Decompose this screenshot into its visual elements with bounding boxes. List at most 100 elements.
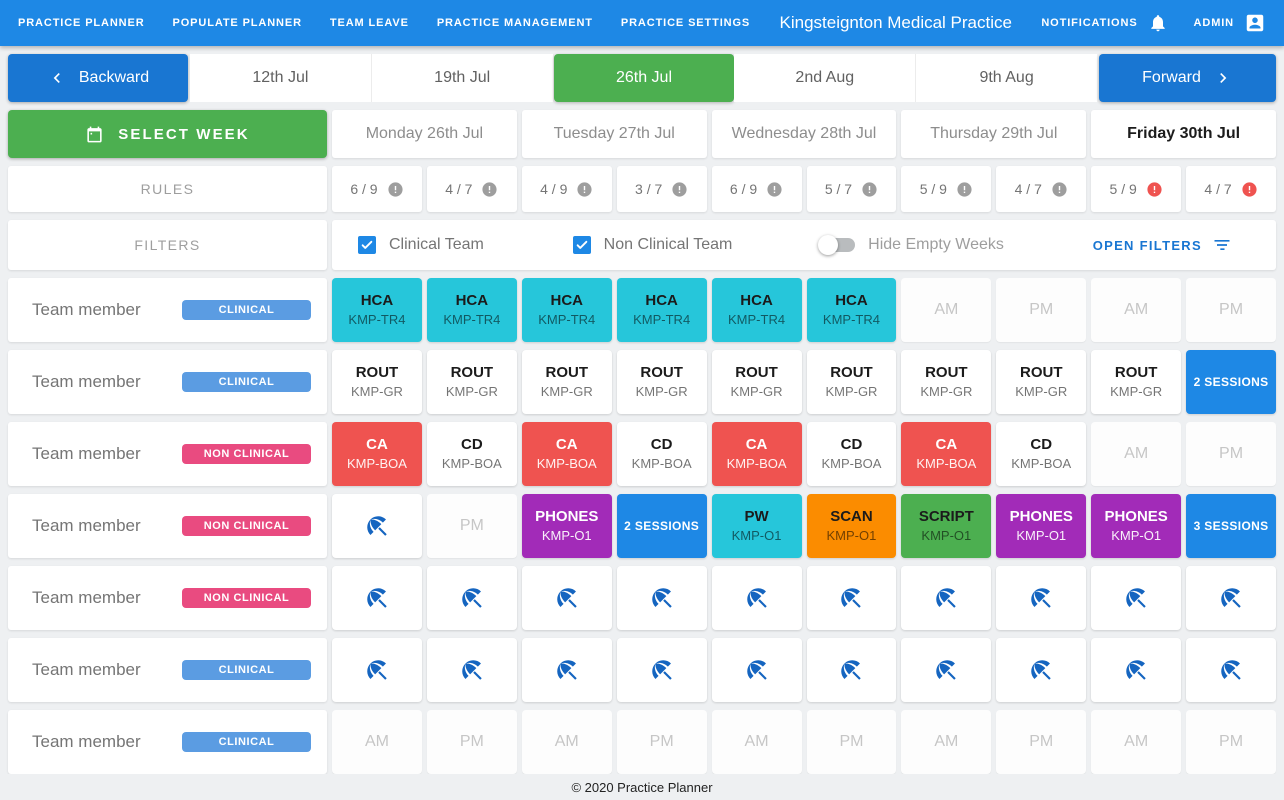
shift-cell[interactable]: SCRIPTKMP-O1 <box>901 494 991 558</box>
shift-cell[interactable]: CAKMP-BOA <box>712 422 802 486</box>
non-clinical-team-checkbox[interactable] <box>573 236 591 254</box>
leave-cell[interactable] <box>1186 566 1276 630</box>
shift-cell[interactable]: ROUTKMP-GR <box>712 350 802 414</box>
empty-slot-cell[interactable]: AM <box>1091 422 1181 486</box>
leave-cell[interactable] <box>522 566 612 630</box>
leave-cell[interactable] <box>807 638 897 702</box>
leave-cell[interactable] <box>332 494 422 558</box>
week-tab-2nd-aug[interactable]: 2nd Aug <box>734 54 916 102</box>
leave-cell[interactable] <box>427 638 517 702</box>
rule-count-cell[interactable]: 6 / 9 <box>712 166 802 212</box>
leave-cell[interactable] <box>617 566 707 630</box>
rule-count-cell[interactable]: 4 / 9 <box>522 166 612 212</box>
shift-cell[interactable]: HCAKMP-TR4 <box>712 278 802 342</box>
leave-cell[interactable] <box>996 566 1086 630</box>
leave-cell[interactable] <box>807 566 897 630</box>
empty-slot-cell[interactable]: AM <box>332 710 422 774</box>
leave-cell[interactable] <box>427 566 517 630</box>
empty-slot-cell[interactable]: AM <box>1091 278 1181 342</box>
empty-slot-cell[interactable]: PM <box>1186 278 1276 342</box>
non-clinical-team-filter[interactable]: Non Clinical Team <box>573 236 733 254</box>
rule-count-cell[interactable]: 4 / 7 <box>996 166 1086 212</box>
shift-cell[interactable]: CAKMP-BOA <box>522 422 612 486</box>
rule-count-cell[interactable]: 5 / 9 <box>901 166 991 212</box>
select-week-button[interactable]: SELECT WEEK <box>8 110 327 158</box>
leave-cell[interactable] <box>332 566 422 630</box>
leave-cell[interactable] <box>617 638 707 702</box>
team-member-row[interactable]: Team memberCLINICAL <box>8 278 327 342</box>
shift-cell[interactable]: CDKMP-BOA <box>996 422 1086 486</box>
empty-slot-cell[interactable]: AM <box>901 278 991 342</box>
empty-slot-cell[interactable]: PM <box>996 710 1086 774</box>
shift-cell[interactable]: HCAKMP-TR4 <box>332 278 422 342</box>
open-filters-button[interactable]: OPEN FILTERS <box>1093 235 1232 255</box>
team-member-row[interactable]: Team memberNON CLINICAL <box>8 494 327 558</box>
empty-slot-cell[interactable]: PM <box>427 710 517 774</box>
shift-cell[interactable]: PHONESKMP-O1 <box>1091 494 1181 558</box>
leave-cell[interactable] <box>332 638 422 702</box>
nav-item-team-leave[interactable]: TEAM LEAVE <box>330 17 409 29</box>
leave-cell[interactable] <box>712 566 802 630</box>
shift-cell[interactable]: CAKMP-BOA <box>901 422 991 486</box>
empty-slot-cell[interactable]: AM <box>901 710 991 774</box>
rule-count-cell[interactable]: 5 / 7 <box>807 166 897 212</box>
hide-empty-weeks-toggle[interactable] <box>821 238 855 252</box>
shift-cell[interactable]: ROUTKMP-GR <box>1091 350 1181 414</box>
empty-slot-cell[interactable]: PM <box>1186 422 1276 486</box>
shift-cell[interactable]: HCAKMP-TR4 <box>617 278 707 342</box>
nav-item-practice-settings[interactable]: PRACTICE SETTINGS <box>621 17 750 29</box>
nav-item-practice-planner[interactable]: PRACTICE PLANNER <box>18 17 145 29</box>
shift-cell[interactable]: ROUTKMP-GR <box>427 350 517 414</box>
rule-count-cell[interactable]: 6 / 9 <box>332 166 422 212</box>
shift-cell[interactable]: HCAKMP-TR4 <box>807 278 897 342</box>
backward-button[interactable]: Backward <box>8 54 188 102</box>
shift-cell[interactable]: CAKMP-BOA <box>332 422 422 486</box>
admin-button[interactable]: ADMIN <box>1194 12 1266 34</box>
nav-item-practice-management[interactable]: PRACTICE MANAGEMENT <box>437 17 593 29</box>
notifications-button[interactable]: NOTIFICATIONS <box>1041 13 1167 33</box>
rule-count-cell[interactable]: 4 / 7 <box>427 166 517 212</box>
shift-cell[interactable]: CDKMP-BOA <box>427 422 517 486</box>
empty-slot-cell[interactable]: PM <box>996 278 1086 342</box>
leave-cell[interactable] <box>712 638 802 702</box>
empty-slot-cell[interactable]: AM <box>1091 710 1181 774</box>
shift-cell[interactable]: CDKMP-BOA <box>807 422 897 486</box>
shift-cell[interactable]: HCAKMP-TR4 <box>427 278 517 342</box>
sessions-cell[interactable]: 3 SESSIONS <box>1186 494 1276 558</box>
week-tab-19th-jul[interactable]: 19th Jul <box>372 54 554 102</box>
team-member-row[interactable]: Team memberCLINICAL <box>8 710 327 774</box>
shift-cell[interactable]: ROUTKMP-GR <box>332 350 422 414</box>
forward-button[interactable]: Forward <box>1099 54 1276 102</box>
shift-cell[interactable]: ROUTKMP-GR <box>617 350 707 414</box>
team-member-row[interactable]: Team memberNON CLINICAL <box>8 422 327 486</box>
empty-slot-cell[interactable]: PM <box>427 494 517 558</box>
leave-cell[interactable] <box>1186 638 1276 702</box>
shift-cell[interactable]: ROUTKMP-GR <box>807 350 897 414</box>
leave-cell[interactable] <box>1091 638 1181 702</box>
empty-slot-cell[interactable]: AM <box>522 710 612 774</box>
team-member-row[interactable]: Team memberNON CLINICAL <box>8 566 327 630</box>
week-tab-12th-jul[interactable]: 12th Jul <box>190 54 372 102</box>
shift-cell[interactable]: ROUTKMP-GR <box>996 350 1086 414</box>
leave-cell[interactable] <box>901 566 991 630</box>
hide-empty-weeks-filter[interactable]: Hide Empty Weeks <box>821 236 1004 254</box>
empty-slot-cell[interactable]: PM <box>807 710 897 774</box>
rule-count-cell[interactable]: 3 / 7 <box>617 166 707 212</box>
week-tab-9th-aug[interactable]: 9th Aug <box>916 54 1097 102</box>
clinical-team-filter[interactable]: Clinical Team <box>358 236 484 254</box>
leave-cell[interactable] <box>522 638 612 702</box>
empty-slot-cell[interactable]: PM <box>617 710 707 774</box>
shift-cell[interactable]: SCANKMP-O1 <box>807 494 897 558</box>
shift-cell[interactable]: PWKMP-O1 <box>712 494 802 558</box>
leave-cell[interactable] <box>1091 566 1181 630</box>
sessions-cell[interactable]: 2 SESSIONS <box>1186 350 1276 414</box>
empty-slot-cell[interactable]: AM <box>712 710 802 774</box>
rule-count-cell[interactable]: 5 / 9 <box>1091 166 1181 212</box>
empty-slot-cell[interactable]: PM <box>1186 710 1276 774</box>
team-member-row[interactable]: Team memberCLINICAL <box>8 350 327 414</box>
clinical-team-checkbox[interactable] <box>358 236 376 254</box>
week-tab-26th-jul[interactable]: 26th Jul <box>554 54 735 102</box>
rule-count-cell[interactable]: 4 / 7 <box>1186 166 1276 212</box>
shift-cell[interactable]: PHONESKMP-O1 <box>522 494 612 558</box>
shift-cell[interactable]: HCAKMP-TR4 <box>522 278 612 342</box>
